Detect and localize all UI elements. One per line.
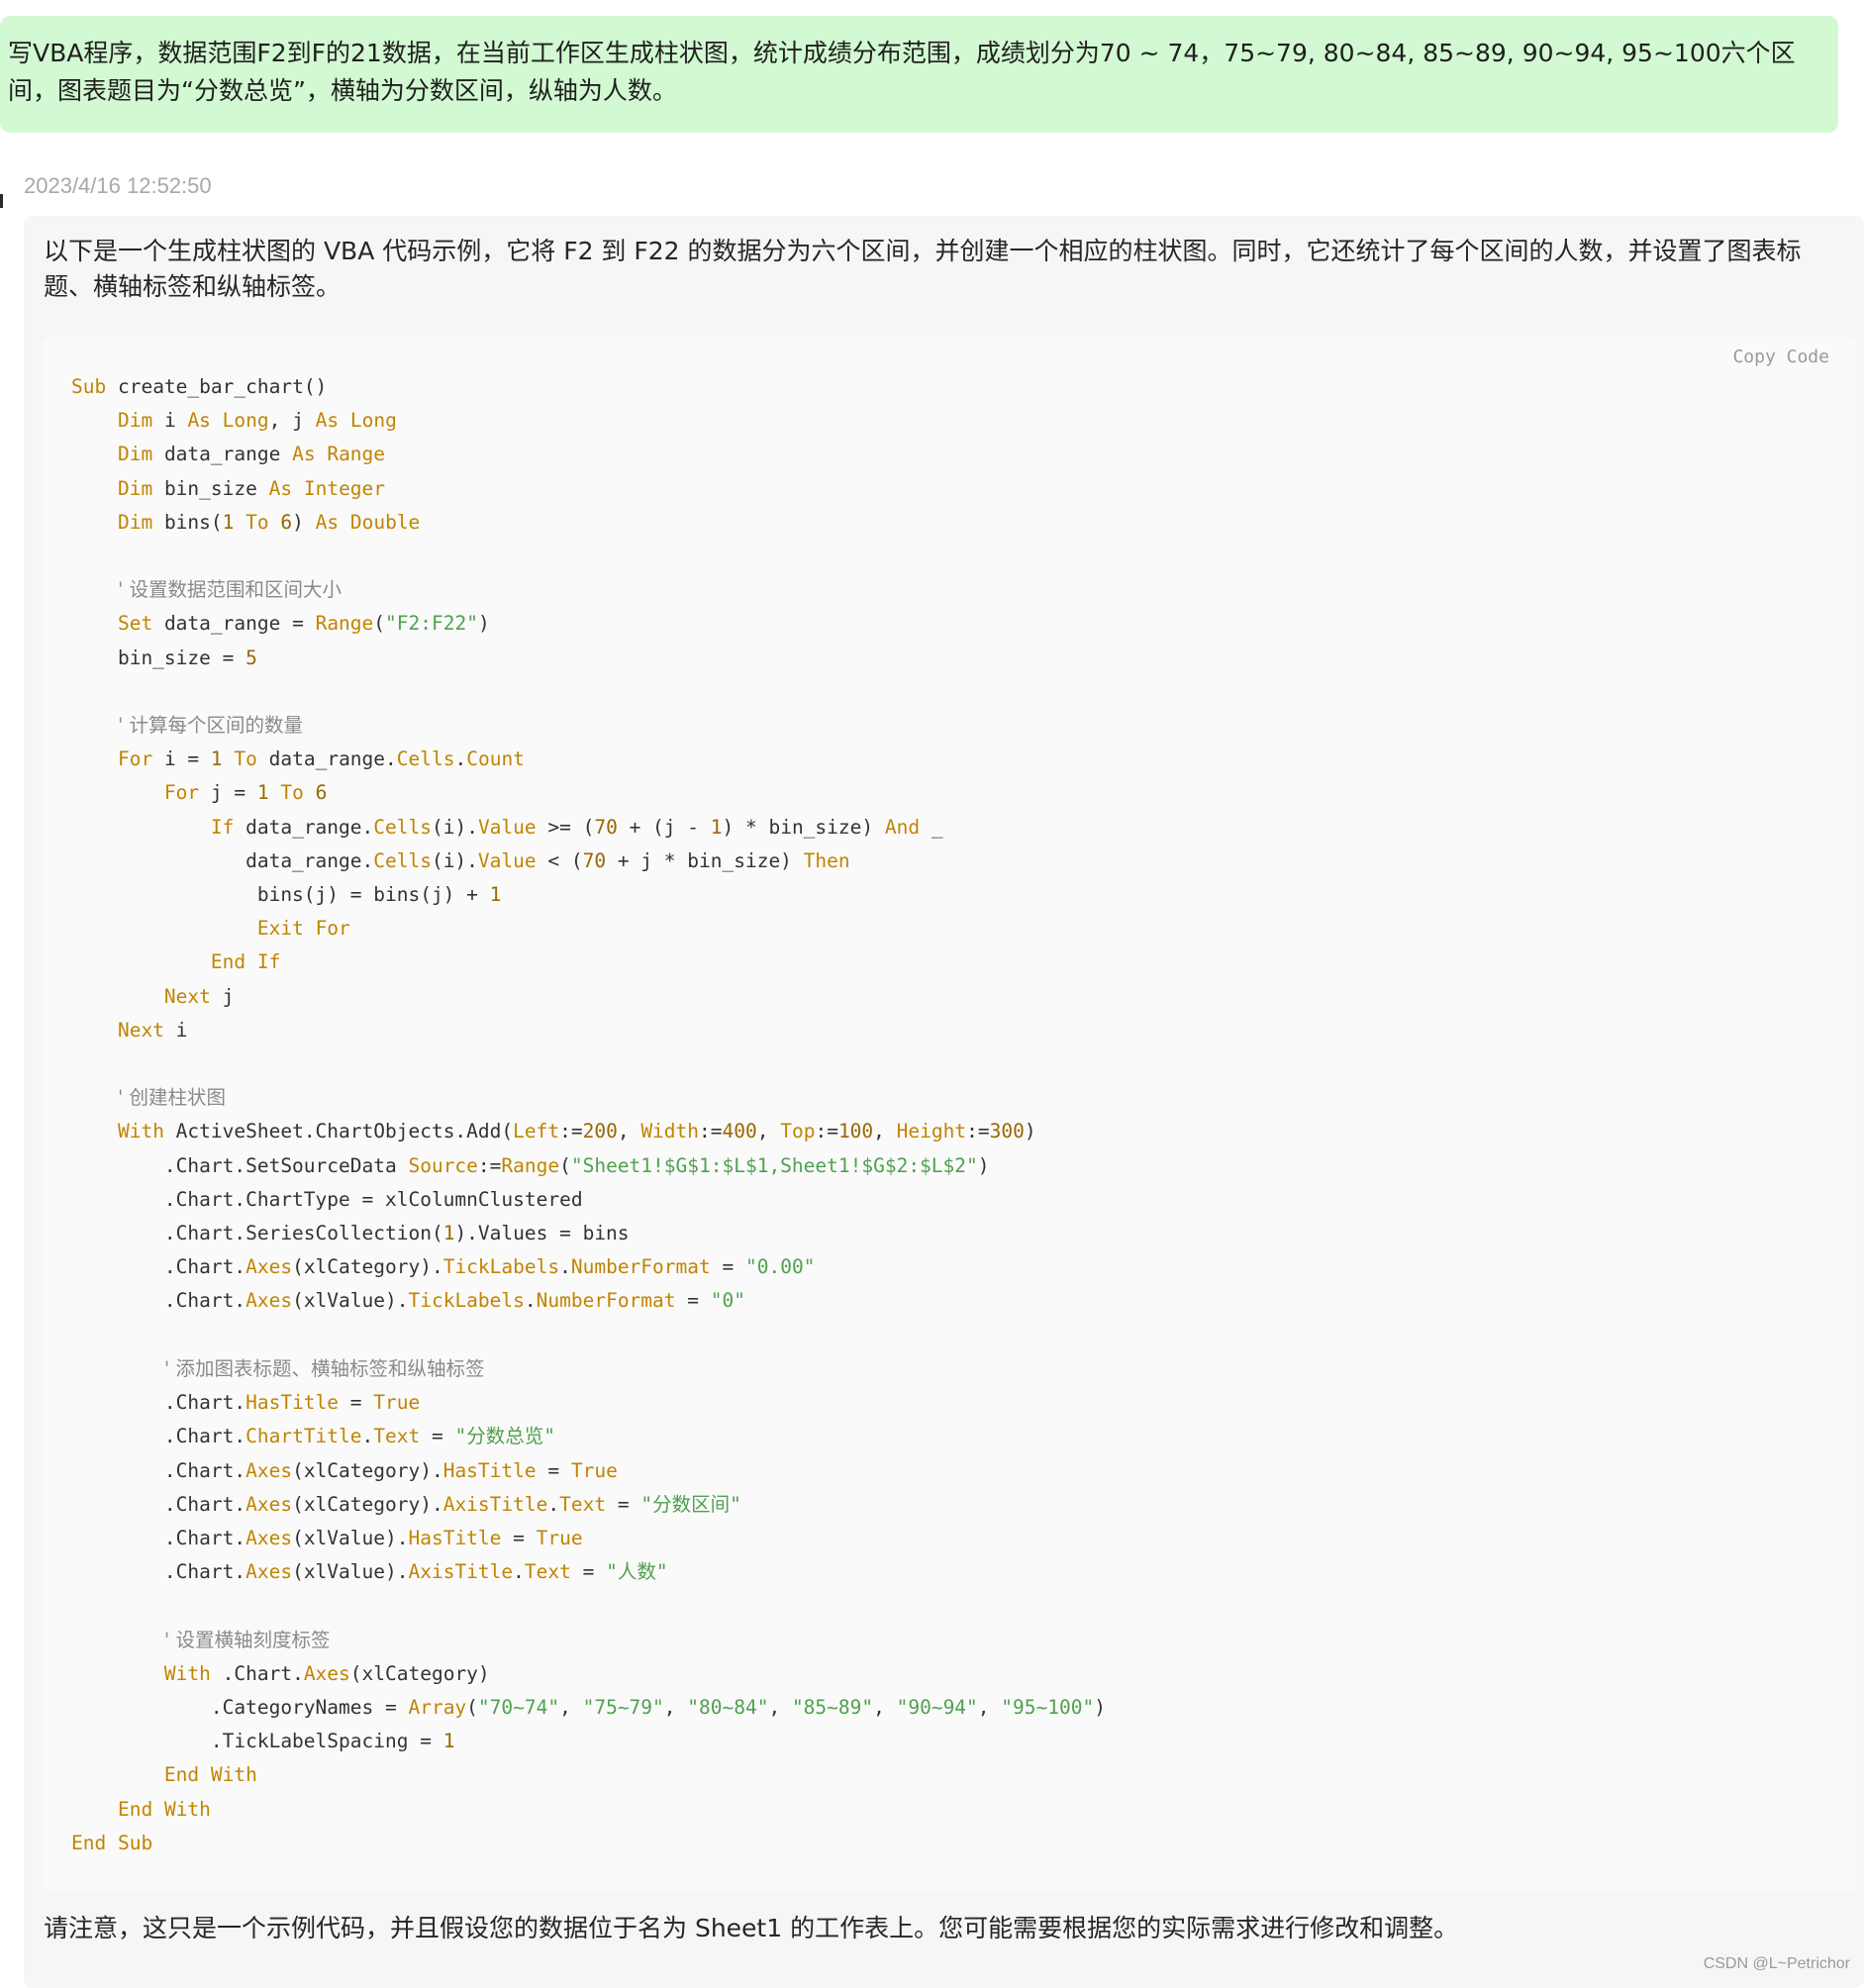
answer-intro-text: 以下是一个生成柱状图的 VBA 代码示例，它将 F2 到 F22 的数据分为六个… (44, 237, 1802, 301)
code-block: Copy Code Sub create_bar_chart() Dim i A… (44, 337, 1857, 1891)
copy-code-button[interactable]: Copy Code (1732, 347, 1829, 367)
message-timestamp: 2023/4/16 12:52:50 (24, 173, 212, 198)
answer-outro-text: 请注意，这只是一个示例代码，并且假设您的数据位于名为 Sheet1 的工作表上。… (44, 1914, 1459, 1942)
watermark: CSDN @L~Petrichor (1703, 1955, 1850, 1972)
question-text: 写VBA程序，数据范围F2到F的21数据，在当前工作区生成柱状图，统计成绩分布范… (8, 39, 1796, 105)
assistant-answer-bubble: 以下是一个生成柱状图的 VBA 代码示例，它将 F2 到 F22 的数据分为六个… (24, 216, 1864, 1988)
user-question-bubble: 写VBA程序，数据范围F2到F的21数据，在当前工作区生成柱状图，统计成绩分布范… (0, 16, 1838, 133)
cursor-marker (0, 194, 3, 208)
vba-code: Sub create_bar_chart() Dim i As Long, j … (71, 375, 1106, 1854)
